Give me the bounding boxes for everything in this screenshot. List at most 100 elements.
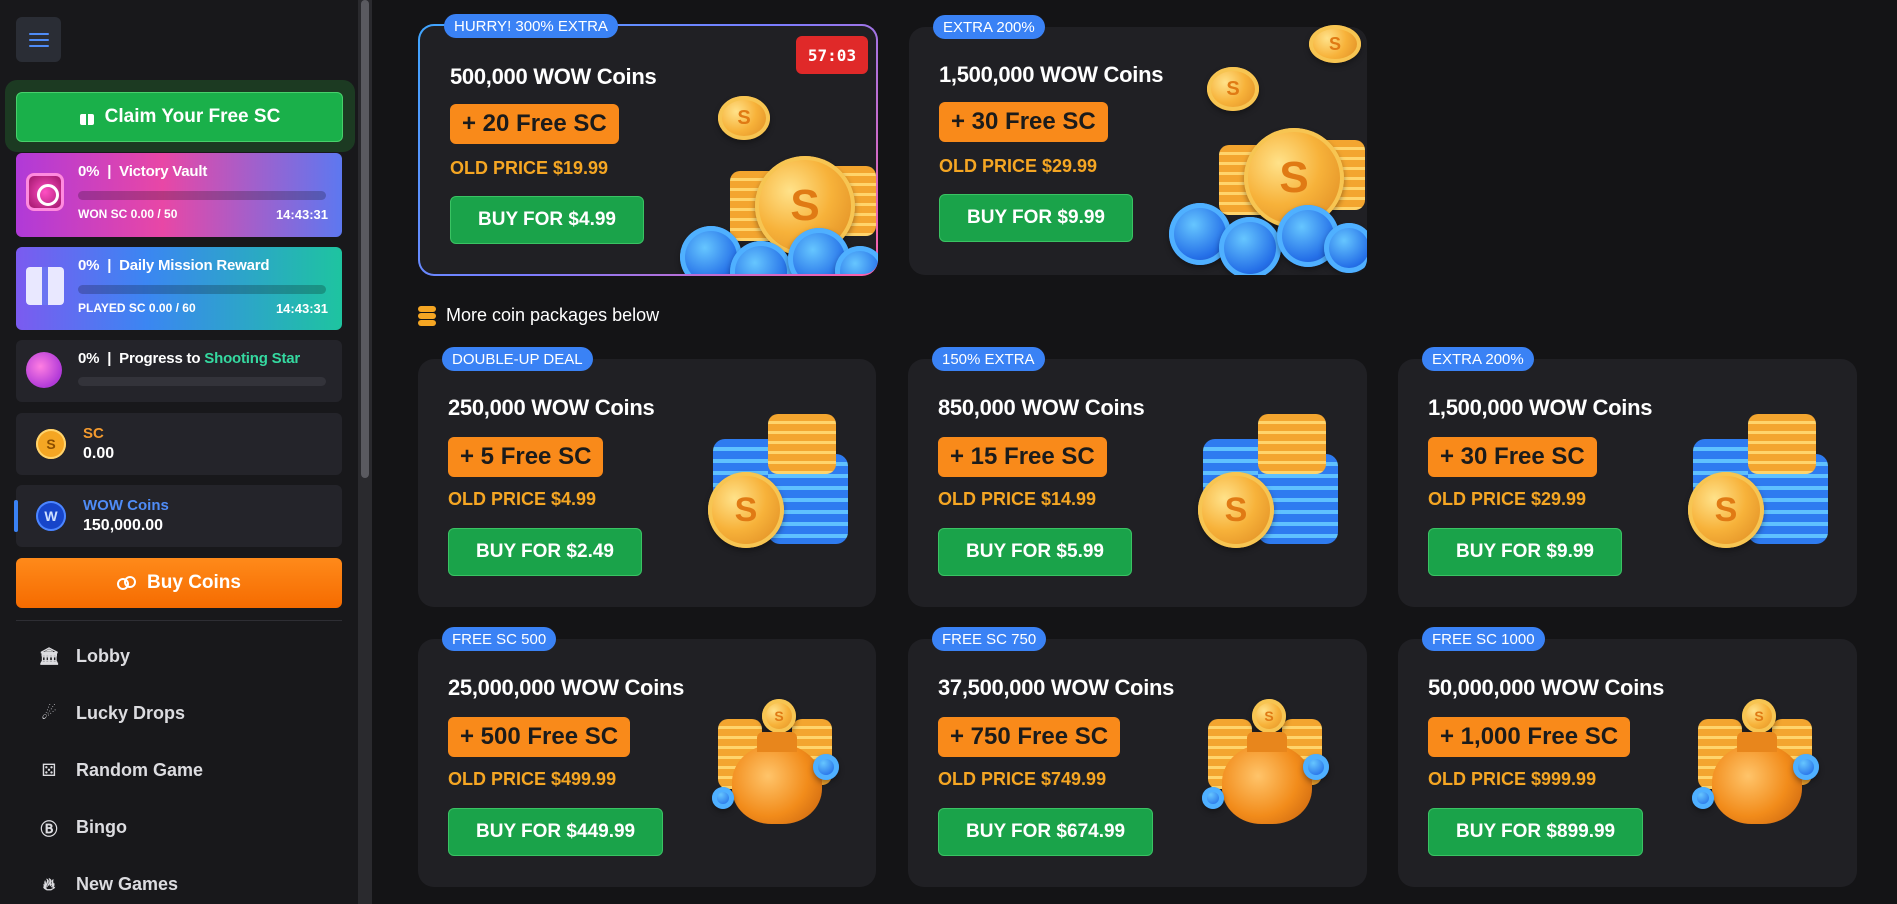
mission-time: 14:43:31	[275, 301, 328, 316]
package-badge: 150% EXTRA	[932, 347, 1045, 371]
free-sc-tag: + 15 Free SC	[938, 437, 1107, 477]
package-title: 1,500,000 WOW Coins	[1428, 395, 1653, 420]
sidebar-scrollbar[interactable]	[358, 0, 372, 904]
buy-coins-button[interactable]: Buy Coins	[16, 558, 342, 608]
more-packages-header: More coin packages below	[418, 305, 659, 326]
coin-bag-image: S	[712, 699, 848, 829]
claim-wrapper: Claim Your Free SC	[5, 80, 355, 152]
main-content: HURRY! 300% EXTRA 57:03 500,000 WOW Coin…	[372, 0, 1897, 904]
buy-package-button[interactable]: BUY FOR $5.99	[938, 528, 1132, 576]
package-card: FREE SC 500 25,000,000 WOW Coins + 500 F…	[418, 627, 876, 887]
mission-progress-bar	[78, 285, 326, 294]
sc-value: 0.00	[83, 445, 115, 462]
star-title: 0% | Progress to Shooting Star	[78, 350, 301, 367]
sidebar: Claim Your Free SC 0% | Victory Vault WO…	[0, 0, 358, 904]
claim-label: Claim Your Free SC	[104, 106, 281, 127]
featured-package-card: EXTRA 200% 1,500,000 WOW Coins + 30 Free…	[909, 15, 1367, 275]
lobby-icon: 🏛︎	[38, 646, 60, 666]
wow-label: WOW Coins	[83, 497, 169, 514]
coin-stack-icon	[418, 305, 436, 326]
coins-icon	[117, 574, 137, 592]
package-badge: FREE SC 500	[442, 627, 557, 651]
package-card: FREE SC 750 37,500,000 WOW Coins + 750 F…	[908, 627, 1367, 887]
wow-balance-card[interactable]: W WOW Coins 150,000.00	[14, 485, 342, 547]
package-badge: EXTRA 200%	[1422, 347, 1534, 371]
buy-package-button[interactable]: BUY FOR $674.99	[938, 808, 1154, 856]
old-price: OLD PRICE $29.99	[1428, 489, 1587, 509]
old-price: OLD PRICE $14.99	[938, 489, 1097, 509]
shooting-star-icon	[26, 352, 62, 388]
package-card: DOUBLE-UP DEAL 250,000 WOW Coins + 5 Fre…	[418, 347, 876, 607]
package-card: EXTRA 200% 1,500,000 WOW Coins + 30 Free…	[1398, 347, 1857, 607]
nav-item-new-games[interactable]: 🔥︎ New Games	[16, 856, 342, 904]
package-badge: FREE SC 1000	[1422, 627, 1545, 651]
buy-package-button[interactable]: BUY FOR $899.99	[1428, 808, 1644, 856]
random-game-icon: ⚄	[41, 760, 57, 780]
buy-package-button[interactable]: BUY FOR $4.99	[450, 196, 644, 244]
lucky-drops-icon: ☄︎	[41, 703, 57, 723]
sc-coin-icon: S	[36, 429, 66, 459]
vault-title: 0% | Victory Vault	[78, 163, 208, 180]
daily-mission-card[interactable]: 0% | Daily Mission Reward PLAYED SC 0.00…	[16, 247, 342, 330]
package-badge: FREE SC 750	[932, 627, 1047, 651]
old-price: OLD PRICE $499.99	[448, 769, 617, 789]
coins-and-chips-image: S	[1688, 414, 1838, 554]
coin-pile-image: S S	[670, 56, 878, 274]
old-price: OLD PRICE $19.99	[450, 158, 609, 178]
nav-item-bingo[interactable]: Ⓑ Bingo	[16, 799, 342, 856]
scrollbar-thumb[interactable]	[361, 0, 369, 478]
old-price: OLD PRICE $749.99	[938, 769, 1107, 789]
old-price: OLD PRICE $4.99	[448, 489, 597, 509]
featured-package-card: HURRY! 300% EXTRA 57:03 500,000 WOW Coin…	[418, 14, 878, 276]
package-title: 25,000,000 WOW Coins	[448, 675, 685, 700]
free-sc-tag: + 30 Free SC	[1428, 437, 1597, 477]
hamburger-icon	[28, 32, 49, 47]
buy-package-button[interactable]: BUY FOR $449.99	[448, 808, 664, 856]
free-sc-tag: + 30 Free SC	[939, 102, 1108, 142]
nav-label: Bingo	[76, 817, 127, 837]
claim-free-sc-button[interactable]: Claim Your Free SC	[16, 92, 343, 142]
package-title: 37,500,000 WOW Coins	[938, 675, 1175, 700]
buy-coins-label: Buy Coins	[147, 572, 241, 593]
free-sc-tag: + 20 Free SC	[450, 104, 619, 144]
coin-bag-image: S	[1692, 699, 1828, 829]
coin-pile-image: S S S	[1159, 25, 1367, 275]
nav-item-lucky-drops[interactable]: ☄︎ Lucky Drops	[16, 685, 342, 742]
package-badge: EXTRA 200%	[933, 15, 1045, 39]
wow-coin-icon: W	[36, 501, 66, 531]
star-progress-bar	[78, 377, 326, 386]
nav-label: New Games	[76, 874, 179, 894]
nav-label: Random Game	[76, 760, 204, 780]
buy-package-button[interactable]: BUY FOR $9.99	[939, 194, 1133, 242]
shooting-star-card[interactable]: 0% | Progress to Shooting Star	[16, 340, 342, 402]
vault-progress-bar	[78, 191, 326, 200]
sidebar-nav: 🏛︎ Lobby ☄︎ Lucky Drops ⚄ Random Game Ⓑ …	[16, 628, 342, 904]
coin-bag-image: S	[1202, 699, 1338, 829]
active-indicator	[14, 500, 18, 532]
package-title: 1,500,000 WOW Coins	[939, 62, 1164, 87]
sc-balance-card[interactable]: S SC 0.00	[16, 413, 342, 475]
package-badge: HURRY! 300% EXTRA	[444, 14, 618, 38]
old-price: OLD PRICE $29.99	[939, 156, 1098, 176]
package-card: 150% EXTRA 850,000 WOW Coins + 15 Free S…	[908, 347, 1367, 607]
gift-box-icon	[26, 267, 64, 305]
free-sc-tag: + 5 Free SC	[448, 437, 604, 477]
package-card: FREE SC 1000 50,000,000 WOW Coins + 1,00…	[1398, 627, 1857, 887]
buy-package-button[interactable]: BUY FOR $2.49	[448, 528, 642, 576]
package-title: 50,000,000 WOW Coins	[1428, 675, 1665, 700]
coins-and-chips-image: S	[1198, 414, 1348, 554]
more-packages-label: More coin packages below	[446, 305, 660, 325]
package-title: 500,000 WOW Coins	[450, 64, 657, 89]
buy-package-button[interactable]: BUY FOR $9.99	[1428, 528, 1622, 576]
hamburger-menu-button[interactable]	[16, 17, 61, 62]
nav-label: Lobby	[76, 646, 130, 666]
sidebar-divider	[16, 620, 342, 621]
mission-sub: PLAYED SC 0.00 / 60	[78, 301, 196, 315]
bingo-icon: Ⓑ	[40, 820, 58, 839]
free-sc-tag: + 500 Free SC	[448, 717, 631, 757]
nav-item-lobby[interactable]: 🏛︎ Lobby	[16, 628, 342, 685]
nav-item-random-game[interactable]: ⚄ Random Game	[16, 742, 342, 799]
nav-label: Lucky Drops	[76, 703, 186, 723]
sc-label: SC	[83, 425, 104, 442]
victory-vault-card[interactable]: 0% | Victory Vault WON SC 0.00 / 50 14:4…	[16, 153, 342, 237]
